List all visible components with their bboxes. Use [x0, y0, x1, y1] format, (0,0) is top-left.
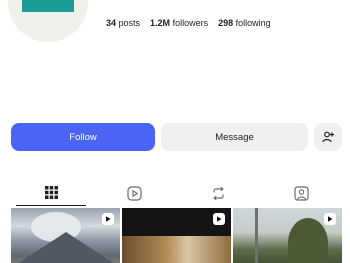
message-button-label: Message — [215, 131, 254, 143]
tab-posts[interactable] — [16, 180, 86, 206]
tagged-icon — [293, 185, 309, 201]
reel-icon — [213, 213, 225, 225]
following-label: following — [235, 18, 271, 28]
posts-stat[interactable]: 34 posts — [106, 18, 140, 28]
post-thumbnail[interactable] — [233, 208, 342, 263]
following-count: 298 — [218, 18, 234, 28]
thumbnail-image — [11, 232, 120, 263]
avatar-logo — [22, 0, 74, 12]
tab-tagged[interactable] — [266, 180, 336, 206]
posts-count: 34 — [106, 18, 117, 28]
follow-button-label: Follow — [69, 131, 97, 143]
post-thumbnail[interactable] — [11, 208, 120, 263]
message-button[interactable]: Message — [161, 123, 308, 151]
reel-icon — [102, 213, 114, 225]
following-stat[interactable]: 298 following — [218, 18, 271, 28]
add-user-icon — [322, 131, 334, 143]
thumbnail-image — [122, 236, 231, 263]
reels-icon — [126, 185, 142, 201]
posts-label: posts — [118, 18, 141, 28]
tab-reels[interactable] — [99, 180, 169, 206]
thumbnail-image — [288, 218, 328, 263]
add-user-button[interactable] — [314, 123, 342, 151]
post-thumbnail[interactable] — [122, 208, 231, 263]
tab-reposts[interactable] — [183, 180, 253, 206]
grid-icon — [44, 186, 58, 199]
follow-button[interactable]: Follow — [11, 123, 155, 151]
reel-icon — [324, 213, 336, 225]
profile-tabs — [0, 180, 350, 206]
reposts-icon — [212, 186, 224, 200]
avatar[interactable] — [8, 0, 88, 42]
profile-stats: 34 posts 1.2M followers 298 following — [106, 18, 271, 28]
followers-count: 1.2M — [150, 18, 171, 28]
followers-label: followers — [172, 18, 209, 28]
followers-stat[interactable]: 1.2M followers — [150, 18, 208, 28]
thumbnail-image — [255, 208, 258, 263]
